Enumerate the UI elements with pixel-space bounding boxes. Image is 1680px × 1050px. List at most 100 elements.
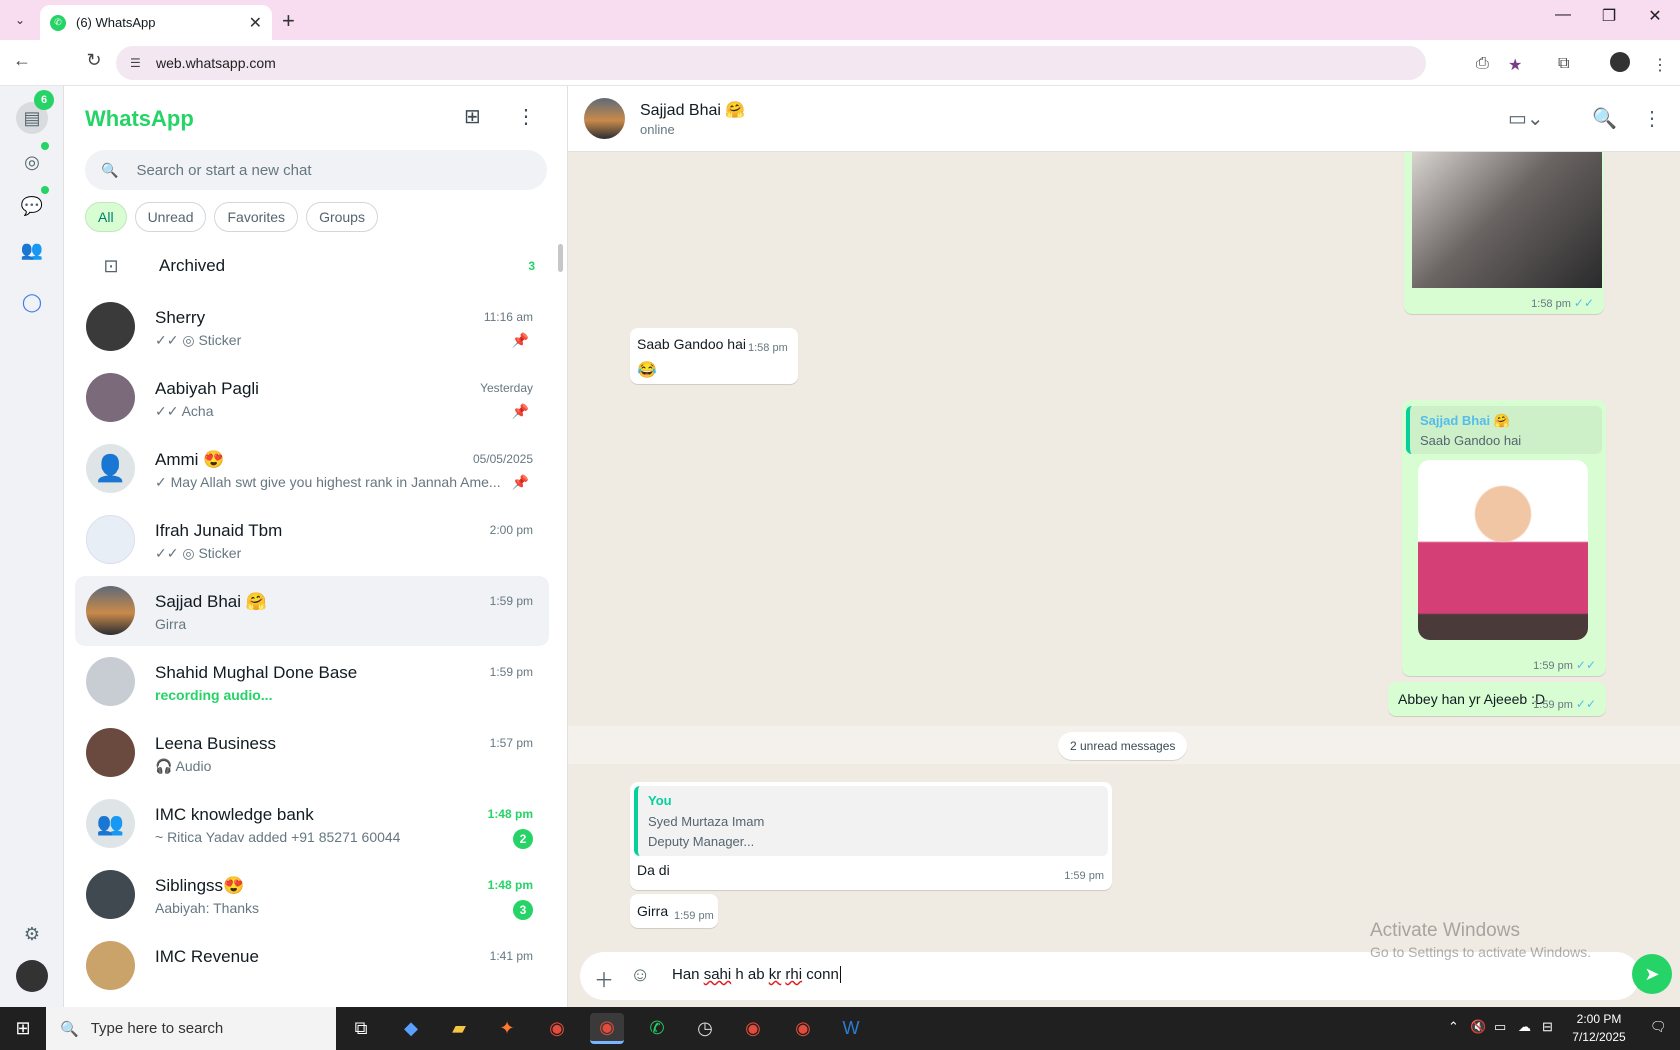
filter-unread[interactable]: Unread <box>134 202 207 232</box>
text-cursor <box>839 966 841 983</box>
site-info-icon[interactable]: ☰ <box>130 56 144 70</box>
chat-row-ifrah[interactable]: Ifrah Junaid Tbm 2:00 pm ✓✓ ◎ Sticker <box>75 505 549 575</box>
reload-button[interactable]: ↻ <box>80 50 108 71</box>
quoted-message[interactable]: You Syed Murtaza Imam Deputy Manager... <box>634 786 1108 856</box>
unread-count-badge: 2 <box>513 829 533 849</box>
install-app-icon[interactable]: ⎙ <box>1476 55 1489 73</box>
search-input[interactable]: 🔍 Search or start a new chat <box>85 150 547 190</box>
archived-count: 3 <box>528 259 535 273</box>
avatar <box>86 941 135 990</box>
clock-app-icon[interactable]: ◷ <box>688 1013 722 1044</box>
communities-icon[interactable]: 👥 <box>16 234 48 266</box>
extensions-icon[interactable]: ⧉ <box>1558 55 1569 73</box>
emoji-sticker-icon[interactable]: ☺ <box>630 964 650 987</box>
weather-icon[interactable]: ☁ <box>1518 1019 1531 1035</box>
chat-row-siblingss[interactable]: Siblingss😍 1:48 pm Aabiyah: Thanks 3 <box>75 860 549 930</box>
chat-list-scrollbar[interactable] <box>558 244 563 272</box>
avatar <box>86 728 135 777</box>
sticker-image[interactable] <box>1418 460 1588 640</box>
activate-windows-title: Activate Windows <box>1370 920 1520 941</box>
composer-text-part: conn <box>802 966 839 983</box>
outgoing-gif-message[interactable]: 1:58 pm ✓✓ <box>1404 152 1604 314</box>
notifications-icon[interactable]: 🗨 <box>1650 1019 1667 1035</box>
bookmark-star-icon[interactable]: ★ <box>1508 55 1522 75</box>
incoming-reply-message[interactable]: You Syed Murtaza Imam Deputy Manager... … <box>630 782 1112 890</box>
chrome-active-icon[interactable]: ◉ <box>590 1013 624 1044</box>
back-button[interactable]: ← <box>8 50 36 71</box>
message-meta: 1:59 pm ✓✓ <box>1533 695 1596 711</box>
channels-icon[interactable]: 💬 <box>16 190 48 222</box>
chat-row-imc-revenue[interactable]: IMC Revenue 1:41 pm <box>75 931 549 1001</box>
task-view-icon[interactable]: ⧉ <box>344 1013 378 1044</box>
new-chat-icon[interactable]: ⊞ <box>464 104 481 129</box>
video-call-icon[interactable]: ▭⌄ <box>1508 106 1544 131</box>
profile-avatar[interactable] <box>16 960 48 992</box>
new-tab-button[interactable]: + <box>282 8 295 34</box>
clock-time: 2:00 PM <box>1576 1012 1622 1026</box>
taskbar-search-placeholder: Type here to search <box>90 1020 224 1037</box>
message-time: 1:59 pm <box>1533 660 1573 672</box>
incoming-message[interactable]: Girra 1:59 pm <box>630 894 718 928</box>
chat-row-ammi[interactable]: 👤 Ammi 😍 05/05/2025 ✓ May Allah swt give… <box>75 434 549 504</box>
file-explorer-icon[interactable]: ▰ <box>442 1013 476 1044</box>
outgoing-message[interactable]: Abbey han yr Ajeeeb :D 1:59 pm ✓✓ <box>1388 682 1606 716</box>
tray-chevron-icon[interactable]: ⌃ <box>1448 1019 1459 1035</box>
chat-row-shahid[interactable]: Shahid Mughal Done Base 1:59 pm recordin… <box>75 647 549 717</box>
filter-favorites[interactable]: Favorites <box>214 202 299 232</box>
chrome-profile-icon[interactable]: ◉ <box>736 1013 770 1044</box>
quoted-message[interactable]: Sajjad Bhai 🤗 Saab Gandoo hai <box>1406 406 1602 454</box>
chat-name: Sajjad Bhai 🤗 <box>155 592 267 611</box>
browser-tab-whatsapp[interactable]: ✆ (6) WhatsApp ✕ <box>40 5 272 40</box>
taskbar-search-input[interactable]: 🔍 Type here to search <box>46 1007 336 1050</box>
filter-all[interactable]: All <box>85 202 127 232</box>
chat-row-sherry[interactable]: Sherry 11:16 am ✓✓ ◎ Sticker 📌 <box>75 292 549 362</box>
activate-windows-hint: Go to Settings to activate Windows. <box>1370 944 1591 960</box>
battery-icon[interactable]: ▭ <box>1494 1019 1506 1035</box>
settings-gear-icon[interactable]: ⚙ <box>16 918 48 950</box>
conversation-header[interactable]: Sajjad Bhai 🤗 online ▭⌄ 🔍 ⋮ <box>568 86 1680 152</box>
chat-row-aabiyah[interactable]: Aabiyah Pagli Yesterday ✓✓ Acha 📌 <box>75 363 549 433</box>
archived-row[interactable]: ⊡ Archived 3 <box>85 240 547 292</box>
start-windows-icon[interactable]: ⊞ <box>6 1013 40 1044</box>
address-bar[interactable]: ☰ web.whatsapp.com <box>116 46 1426 80</box>
unread-divider: 2 unread messages <box>568 726 1680 764</box>
chrome-profile-2-icon[interactable]: ◉ <box>786 1013 820 1044</box>
chat-row-imc-knowledge[interactable]: 👥 IMC knowledge bank 1:48 pm ~ Ritica Ya… <box>75 789 549 859</box>
chat-time: 1:41 pm <box>489 949 533 963</box>
quote-author: You <box>648 793 672 808</box>
menu-icon[interactable]: ⋮ <box>516 104 536 129</box>
tab-close-icon[interactable]: ✕ <box>249 13 262 33</box>
chrome-icon[interactable]: ◉ <box>540 1013 574 1044</box>
network-icon[interactable]: ⊟ <box>1542 1019 1553 1035</box>
search-icon[interactable]: 🔍 <box>1592 106 1617 131</box>
search-icon: 🔍 <box>101 161 119 178</box>
incoming-message[interactable]: Saab Gandoo hai 1:58 pm 😂 <box>630 328 798 384</box>
browser-menu-icon[interactable]: ⋮ <box>1652 55 1668 75</box>
chat-preview: ✓✓ Acha <box>155 403 214 419</box>
copilot-icon[interactable]: ◆ <box>394 1013 428 1044</box>
attach-plus-icon[interactable]: ＋ <box>594 964 614 993</box>
profile-avatar[interactable] <box>1610 52 1630 72</box>
status-icon[interactable]: ◎ <box>16 146 48 178</box>
chat-time: 2:00 pm <box>489 523 533 537</box>
chat-row-leena[interactable]: Leena Business 1:57 pm 🎧 Audio <box>75 718 549 788</box>
tab-search-dropdown[interactable]: ⌄ <box>8 8 32 32</box>
whatsapp-app-icon[interactable]: ✆ <box>640 1013 674 1044</box>
filter-groups[interactable]: Groups <box>306 202 378 232</box>
misspelled-word: rhi <box>785 966 803 983</box>
meta-ai-icon[interactable]: ◯ <box>16 286 48 318</box>
contact-avatar[interactable] <box>584 98 625 139</box>
minimize-button[interactable]: — <box>1548 6 1578 24</box>
volume-icon[interactable]: 🔇 <box>1470 1019 1486 1035</box>
taskbar-clock[interactable]: 2:00 PM 7/12/2025 <box>1560 1010 1638 1046</box>
word-icon[interactable]: W <box>834 1013 868 1044</box>
send-button[interactable]: ➤ <box>1632 954 1672 994</box>
outgoing-sticker-reply[interactable]: Sajjad Bhai 🤗 Saab Gandoo hai 1:59 pm ✓✓ <box>1402 400 1606 676</box>
menu-icon[interactable]: ⋮ <box>1642 106 1662 131</box>
app-icon[interactable]: ✦ <box>490 1013 524 1044</box>
window-close-button[interactable]: ✕ <box>1640 6 1670 26</box>
chat-row-sajjad[interactable]: Sajjad Bhai 🤗 1:59 pm Girra <box>75 576 549 646</box>
quote-author: Sajjad Bhai 🤗 <box>1420 413 1510 428</box>
gif-thumbnail[interactable] <box>1412 152 1602 288</box>
restore-button[interactable]: ❐ <box>1594 6 1624 26</box>
